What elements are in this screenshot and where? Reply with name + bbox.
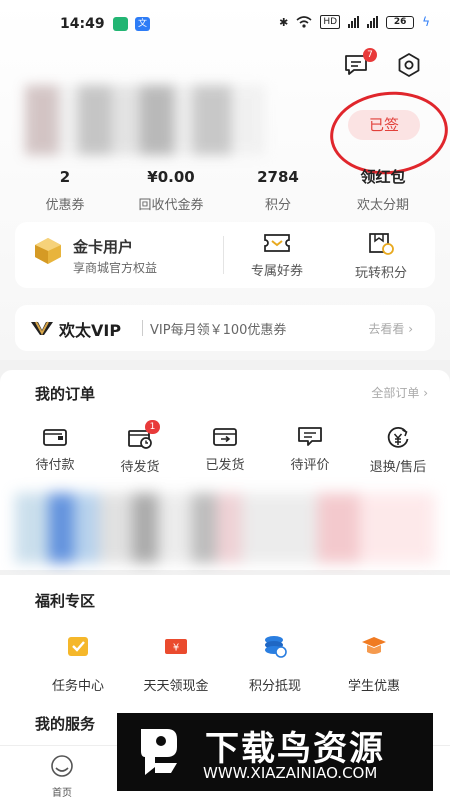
chat-app-icon xyxy=(113,17,128,31)
bluetooth-icon: ✱ xyxy=(279,15,289,29)
status-bar: 14:49 文 ✱ HD 26 ϟ xyxy=(0,0,450,48)
gold-card-subtitle: 享商城官方权益 xyxy=(73,261,158,275)
comment-icon xyxy=(298,427,322,446)
order-label: 待发货 xyxy=(120,460,160,475)
message-badge: 7 xyxy=(363,48,377,62)
order-label: 已发货 xyxy=(205,458,245,473)
order-pending-payment[interactable]: 待付款 xyxy=(20,426,90,473)
cash-icon: ¥ xyxy=(165,639,187,654)
status-indicators: ✱ HD 26 ϟ xyxy=(279,15,430,29)
order-pending-shipment[interactable]: 待发货 xyxy=(105,426,175,475)
stat-coupons[interactable]: 2 优惠券 xyxy=(15,167,115,213)
charging-icon: ϟ xyxy=(422,15,430,29)
vip-view-link[interactable]: 去看看 › xyxy=(368,320,413,337)
vip-offer-text: VIP每月领￥100优惠券 xyxy=(150,323,287,338)
status-time: 14:49 xyxy=(60,16,105,32)
stat-value: ¥0.00 xyxy=(147,168,195,186)
pending-shipment-badge: 1 xyxy=(145,420,160,434)
stat-value: 2784 xyxy=(257,168,299,186)
hd-icon: HD xyxy=(320,15,341,29)
welfare-student-discount[interactable]: 学生优惠 xyxy=(332,633,416,694)
banner-image-blurred xyxy=(15,493,435,563)
perk-label: 专属好券 xyxy=(250,264,303,279)
welfare-task-center[interactable]: 任务中心 xyxy=(36,633,120,694)
welfare-label: 学生优惠 xyxy=(347,679,400,694)
vip-crown-icon xyxy=(31,321,53,336)
translate-app-icon: 文 xyxy=(135,17,150,31)
bird-logo-icon xyxy=(141,729,177,775)
graduation-cap-icon xyxy=(362,637,386,654)
coins-icon xyxy=(265,636,287,658)
promo-banner-redacted[interactable] xyxy=(0,485,450,570)
wallet-icon xyxy=(43,429,67,446)
stat-recycle-vouchers[interactable]: ¥0.00 回收代金券 xyxy=(121,167,221,213)
stat-label: 回收代金券 xyxy=(138,198,204,213)
home-icon xyxy=(51,755,73,777)
services-title: 我的服务 xyxy=(35,715,96,733)
welfare-section: 福利专区 任务中心 ¥ 天天领现金 积分抵现 学生优惠 xyxy=(0,575,450,705)
watermark-title: 下载鸟资源 xyxy=(205,729,385,769)
all-orders-link[interactable]: 全部订单 › xyxy=(371,384,428,401)
perk-play-points[interactable]: 玩转积分 xyxy=(341,232,421,281)
vip-brand: 欢太VIP xyxy=(59,321,122,340)
task-icon xyxy=(68,637,88,656)
stat-value: 2 xyxy=(59,168,71,186)
tab-label: 首页 xyxy=(52,788,72,799)
welfare-label: 天天领现金 xyxy=(143,679,209,694)
welfare-daily-cash[interactable]: ¥ 天天领现金 xyxy=(134,633,218,694)
welfare-points-cash[interactable]: 积分抵现 xyxy=(233,633,317,694)
perk-exclusive-coupons[interactable]: 专属好券 xyxy=(237,232,317,279)
tab-home[interactable]: 首页 xyxy=(40,754,84,799)
gold-member-card[interactable]: 金卡用户 享商城官方权益 专属好券 玩转积分 xyxy=(15,222,435,288)
gold-cube-icon xyxy=(35,238,61,264)
shipped-box-icon xyxy=(213,428,237,446)
stat-points[interactable]: 2784 积分 xyxy=(228,167,328,213)
stat-installments[interactable]: 领红包 欢太分期 xyxy=(333,167,433,213)
gold-card-title: 金卡用户 xyxy=(73,238,134,256)
order-label: 待评价 xyxy=(290,458,330,473)
watermark-banner: 下载鸟资源 WWW.XIAZAINIAO.COM xyxy=(117,713,433,791)
perk-label: 玩转积分 xyxy=(354,266,407,281)
divider xyxy=(142,320,143,336)
stat-label: 积分 xyxy=(264,198,291,213)
order-label: 退换/售后 xyxy=(369,460,427,475)
points-icon xyxy=(369,233,394,255)
order-label: 待付款 xyxy=(35,458,75,473)
welfare-label: 任务中心 xyxy=(51,679,104,694)
wifi-icon xyxy=(296,16,312,28)
vip-banner[interactable]: 欢太VIP VIP每月领￥100优惠券 去看看 › xyxy=(15,305,435,351)
orders-section: 我的订单 全部订单 › 待付款 待发货 已发货 待评价 退换/售后 xyxy=(0,370,450,485)
order-refund-aftersale[interactable]: 退换/售后 xyxy=(358,426,438,475)
signal-icon xyxy=(348,16,360,28)
profile-stats: 2 优惠券 ¥0.00 回收代金券 2784 积分 领红包 欢太分期 xyxy=(0,167,450,217)
welfare-label: 积分抵现 xyxy=(248,679,301,694)
signal-icon-2 xyxy=(367,16,379,28)
settings-button[interactable] xyxy=(396,52,422,78)
order-shipped[interactable]: 已发货 xyxy=(190,426,260,473)
stat-value: 领红包 xyxy=(360,168,406,186)
welfare-title: 福利专区 xyxy=(35,592,96,610)
order-pending-review[interactable]: 待评价 xyxy=(275,426,345,473)
stat-label: 欢太分期 xyxy=(356,198,409,213)
watermark-url: WWW.XIAZAINIAO.COM xyxy=(203,764,378,782)
orders-title: 我的订单 xyxy=(35,385,96,403)
battery-icon: 26 xyxy=(386,15,415,29)
divider xyxy=(223,236,224,274)
svg-text:¥: ¥ xyxy=(173,643,179,654)
gear-icon xyxy=(398,53,420,77)
ticket-icon xyxy=(264,234,290,252)
refund-icon xyxy=(387,426,409,448)
stat-label: 优惠券 xyxy=(45,198,85,213)
avatar-and-name-redacted[interactable] xyxy=(25,85,265,155)
